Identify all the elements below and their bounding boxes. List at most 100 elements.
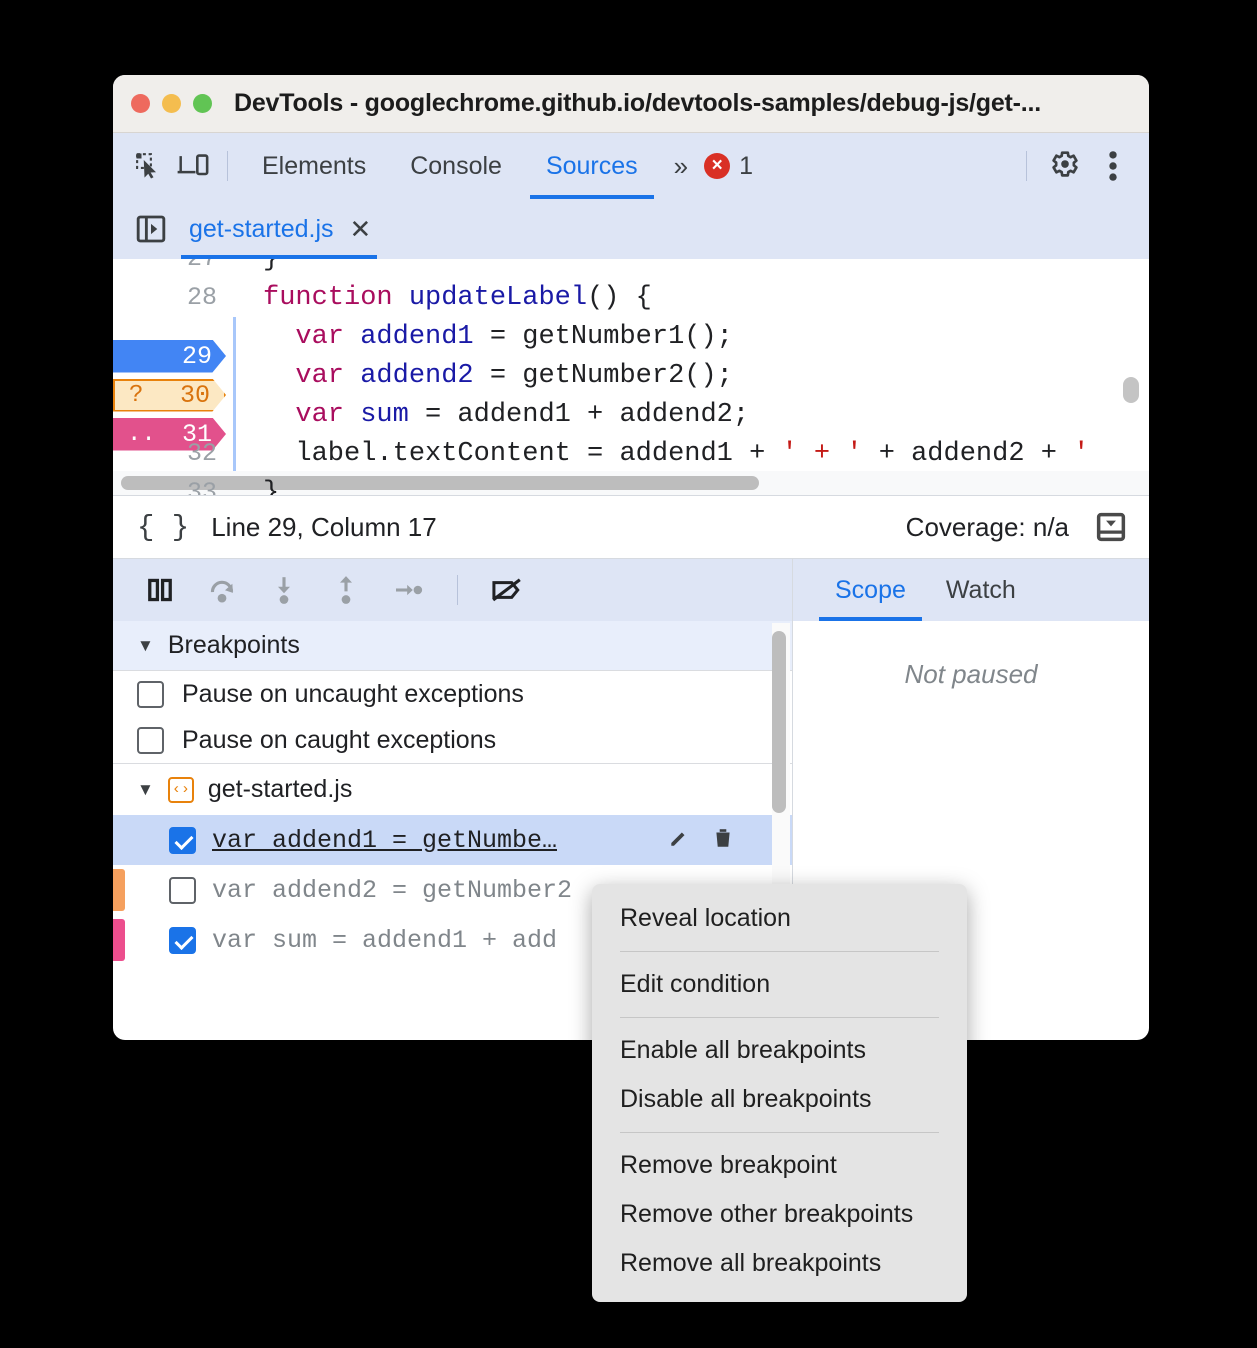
code-line: 27 } xyxy=(113,259,1149,278)
inspect-element-icon[interactable] xyxy=(127,144,171,188)
breakpoint-label: var addend1 = getNumbe… xyxy=(212,825,558,855)
source-file-tabbar: get-started.js ✕ xyxy=(113,199,1149,259)
minimize-window-button[interactable] xyxy=(162,94,181,113)
more-tabs-icon[interactable]: » xyxy=(660,151,698,182)
step-button[interactable] xyxy=(385,567,431,613)
breakpoint-checkbox[interactable] xyxy=(169,876,196,904)
edit-breakpoint-icon[interactable] xyxy=(668,827,690,849)
js-file-icon: ‹› xyxy=(167,776,194,803)
remove-breakpoint-icon[interactable] xyxy=(712,827,734,849)
line-text: label.textContent = addend1 + ' + ' + ad… xyxy=(263,438,1090,469)
close-window-button[interactable] xyxy=(131,94,150,113)
conditional-breakpoint-stripe xyxy=(113,869,125,911)
toolbar-divider xyxy=(227,151,228,181)
conditional-breakpoint-marker-30[interactable]: ? 30 xyxy=(113,378,226,412)
menu-item-disable-all-breakpoints[interactable]: Disable all breakpoints xyxy=(592,1075,967,1124)
menu-separator xyxy=(620,951,939,952)
breakpoint-row-actions xyxy=(668,827,734,849)
step-out-button[interactable] xyxy=(323,567,369,613)
editor-statusbar: { } Line 29, Column 17 Coverage: n/a xyxy=(113,496,1149,559)
menu-item-edit-condition[interactable]: Edit condition xyxy=(592,960,967,1009)
coverage-status: Coverage: n/a xyxy=(905,511,1069,542)
code-editor[interactable]: 27 } 28 function updateLabel() { 29 xyxy=(113,259,1149,496)
editor-vertical-scrollbar[interactable] xyxy=(1123,377,1139,403)
menu-item-enable-all-breakpoints[interactable]: Enable all breakpoints xyxy=(592,1026,967,1075)
line-number-label: 30 xyxy=(179,380,210,410)
scrollbar-thumb[interactable] xyxy=(772,631,786,813)
zoom-window-button[interactable] xyxy=(193,94,212,113)
breakpoint-label: var addend2 = getNumber2 xyxy=(212,875,573,905)
pause-caught-checkbox[interactable] xyxy=(137,726,164,754)
code-line: 32 label.textContent = addend1 + ' + ' +… xyxy=(113,434,1149,473)
step-into-button[interactable] xyxy=(261,567,307,613)
line-text: function updateLabel() { xyxy=(263,282,652,313)
line-number[interactable]: 33 xyxy=(113,478,233,495)
step-over-button[interactable] xyxy=(199,567,245,613)
line-number-label: 29 xyxy=(181,341,212,371)
cursor-position: Line 29, Column 17 xyxy=(211,511,437,542)
tab-watch[interactable]: Watch xyxy=(926,559,1036,621)
breakpoints-section-header[interactable]: ▼ Breakpoints xyxy=(113,621,792,671)
toolbar-right-tools xyxy=(1014,144,1135,188)
breakpoint-list-item[interactable]: var addend1 = getNumbe… xyxy=(113,815,792,865)
code-line: 29 var addend1 = getNumber1(); xyxy=(113,317,1149,373)
line-text: var sum = addend1 + addend2; xyxy=(295,399,750,430)
menu-separator xyxy=(620,1017,939,1018)
pause-on-caught-exceptions-row[interactable]: Pause on caught exceptions xyxy=(113,717,792,763)
breakpoint-file-group-header[interactable]: ▼ ‹› get-started.js xyxy=(113,763,792,815)
window-title: DevTools - googlechrome.github.io/devtoo… xyxy=(234,89,1042,117)
pause-on-uncaught-exceptions-row[interactable]: Pause on uncaught exceptions xyxy=(113,671,792,717)
menu-item-remove-all-breakpoints[interactable]: Remove all breakpoints xyxy=(592,1239,967,1288)
code-line: 28 function updateLabel() { xyxy=(113,278,1149,317)
error-badge[interactable]: × 1 xyxy=(698,152,759,181)
scope-empty-message: Not paused xyxy=(904,659,1038,689)
pause-uncaught-label: Pause on uncaught exceptions xyxy=(182,679,524,708)
tab-elements[interactable]: Elements xyxy=(240,133,388,199)
chevron-down-icon[interactable]: ▼ xyxy=(137,636,154,656)
file-tab-label: get-started.js xyxy=(189,214,334,243)
pause-resume-button[interactable] xyxy=(137,567,183,613)
menu-item-remove-other-breakpoints[interactable]: Remove other breakpoints xyxy=(592,1190,967,1239)
line-text: } xyxy=(263,477,280,496)
breakpoint-checkbox[interactable] xyxy=(169,926,196,954)
pause-caught-label: Pause on caught exceptions xyxy=(182,725,497,754)
line-number[interactable]: 27 xyxy=(113,259,233,273)
tab-scope[interactable]: Scope xyxy=(815,559,926,621)
menu-item-reveal-location[interactable]: Reveal location xyxy=(592,894,967,943)
show-drawer-icon[interactable] xyxy=(1095,511,1127,543)
gear-icon[interactable] xyxy=(1043,144,1087,188)
window-titlebar: DevTools - googlechrome.github.io/devtoo… xyxy=(113,75,1149,133)
pretty-print-icon[interactable]: { } xyxy=(137,511,189,544)
breakpoint-marker-29[interactable]: 29 xyxy=(113,339,226,373)
error-count: 1 xyxy=(739,151,754,180)
show-navigator-icon[interactable] xyxy=(129,207,173,251)
tab-sources[interactable]: Sources xyxy=(524,133,660,199)
tab-console[interactable]: Console xyxy=(388,133,524,199)
error-icon: × xyxy=(704,153,731,179)
line-number[interactable]: 28 xyxy=(113,283,233,312)
line-number[interactable]: 32 xyxy=(113,439,233,468)
file-tab-get-started-js[interactable]: get-started.js ✕ xyxy=(173,199,385,259)
kebab-menu-icon[interactable] xyxy=(1091,144,1135,188)
menu-item-remove-breakpoint[interactable]: Remove breakpoint xyxy=(592,1141,967,1190)
breakpoint-file-name: get-started.js xyxy=(207,775,353,803)
code-line: .. 31 var sum = addend1 + addend2; xyxy=(113,395,1149,451)
close-icon[interactable]: ✕ xyxy=(350,216,372,242)
device-toolbar-icon[interactable] xyxy=(171,144,215,188)
deactivate-breakpoints-button[interactable] xyxy=(484,567,530,613)
menu-separator xyxy=(620,1132,939,1133)
toolbar-divider-2 xyxy=(1026,151,1027,181)
breakpoint-checkbox[interactable] xyxy=(169,826,196,854)
pause-uncaught-checkbox[interactable] xyxy=(137,680,164,708)
code-line: ? 30 var addend2 = getNumber2(); xyxy=(113,356,1149,412)
chevron-down-icon[interactable]: ▼ xyxy=(137,780,154,800)
traffic-lights xyxy=(131,94,212,113)
conditional-glyph: ? xyxy=(129,381,144,409)
breakpoint-label: var sum = addend1 + add xyxy=(212,925,558,955)
line-text: var addend1 = getNumber1(); xyxy=(295,321,733,352)
line-text: } xyxy=(233,259,279,274)
line-text: var addend2 = getNumber2(); xyxy=(295,360,733,391)
breakpoint-context-menu: Reveal location Edit condition Enable al… xyxy=(592,884,967,1302)
toolbar-divider-3 xyxy=(457,575,458,605)
screen: DevTools - googlechrome.github.io/devtoo… xyxy=(0,0,1257,1348)
